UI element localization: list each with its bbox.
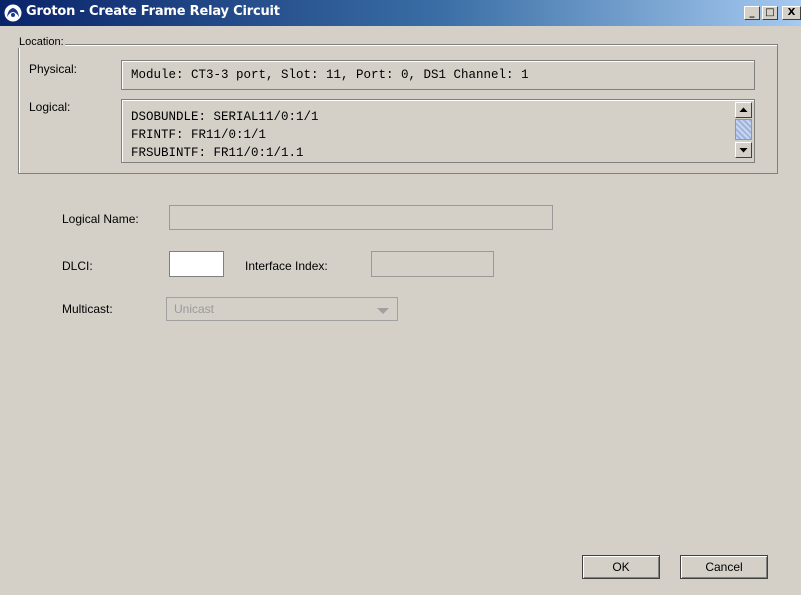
dlci-input[interactable] bbox=[169, 251, 224, 277]
minimize-button[interactable]: _ bbox=[744, 6, 760, 20]
multicast-label: Multicast: bbox=[62, 302, 113, 316]
scroll-down-button[interactable] bbox=[735, 142, 752, 158]
multicast-select[interactable]: Unicast bbox=[166, 297, 398, 321]
location-legend: Location: bbox=[18, 36, 65, 48]
maximize-button[interactable]: □ bbox=[762, 6, 778, 20]
dialog-window: Groton - Create Frame Relay Circuit _ □ … bbox=[0, 0, 801, 595]
logical-label: Logical: bbox=[29, 100, 71, 114]
multicast-value: Unicast bbox=[174, 302, 215, 316]
logical-scrollbar[interactable] bbox=[735, 102, 752, 160]
logical-line: DSOBUNDLE: SERIAL11/0:1/1 bbox=[131, 110, 319, 124]
close-button[interactable]: X bbox=[782, 6, 801, 20]
arrow-up-icon bbox=[739, 107, 748, 112]
interface-index-input[interactable] bbox=[371, 251, 494, 277]
physical-label: Physical: bbox=[29, 62, 78, 76]
logical-name-label: Logical Name: bbox=[62, 212, 139, 226]
physical-value: Module: CT3-3 port, Slot: 11, Port: 0, D… bbox=[131, 68, 529, 82]
chevron-down-icon bbox=[377, 308, 389, 314]
logical-line: FRSUBINTF: FR11/0:1/1.1 bbox=[131, 146, 304, 160]
scroll-thumb[interactable] bbox=[735, 119, 752, 140]
interface-index-label: Interface Index: bbox=[245, 259, 328, 273]
logical-line: FRINTF: FR11/0:1/1 bbox=[131, 128, 267, 142]
dlci-label: DLCI: bbox=[62, 259, 93, 273]
cancel-button[interactable]: Cancel bbox=[680, 555, 768, 579]
ok-button[interactable]: OK bbox=[582, 555, 660, 579]
logical-name-input[interactable] bbox=[169, 205, 553, 230]
physical-field[interactable]: Module: CT3-3 port, Slot: 11, Port: 0, D… bbox=[121, 60, 755, 90]
arrow-down-icon bbox=[739, 148, 748, 153]
window-title: Groton - Create Frame Relay Circuit bbox=[26, 4, 280, 19]
logical-textarea[interactable]: DSOBUNDLE: SERIAL11/0:1/1 FRINTF: FR11/0… bbox=[121, 99, 755, 163]
title-bar[interactable]: Groton - Create Frame Relay Circuit _ □ … bbox=[0, 0, 801, 26]
scroll-up-button[interactable] bbox=[735, 102, 752, 118]
app-logo-icon bbox=[4, 4, 22, 22]
